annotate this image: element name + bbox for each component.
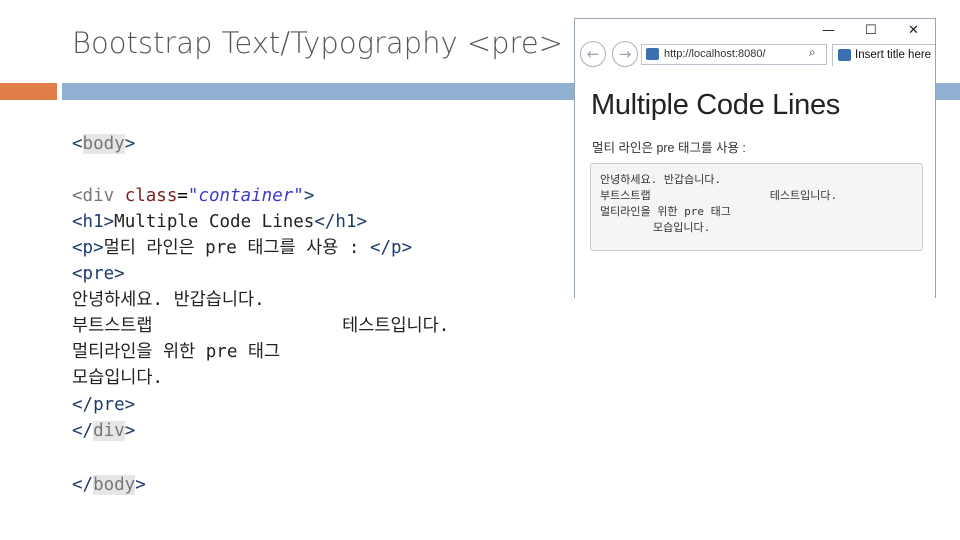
- code-line-pre-1: 안녕하세요. 반갑습니다.: [72, 290, 265, 310]
- minimize-button[interactable]: —: [822, 23, 835, 38]
- browser-window: — ☐ ✕ ← → http://localhost:8080/ ⌕ Inser…: [574, 18, 936, 298]
- page-favicon: [646, 48, 659, 60]
- address-bar[interactable]: http://localhost:8080/: [641, 44, 827, 65]
- code-line-p: <p>멀티 라인은 pre 태그를 사용 : </p>: [72, 238, 413, 258]
- forward-button[interactable]: →: [612, 41, 638, 67]
- browser-tab[interactable]: Insert title here: [832, 44, 935, 66]
- close-button[interactable]: ✕: [908, 23, 919, 38]
- code-line-div-close: </div>: [72, 421, 136, 441]
- tab-title: Insert title here: [855, 49, 932, 61]
- code-line-pre-open: <pre>: [72, 264, 125, 284]
- code-line-body-close: </body>: [72, 475, 146, 495]
- address-url: http://localhost:8080/: [664, 48, 766, 60]
- slide-title: Bootstrap Text/Typography <pre>: [72, 26, 563, 60]
- code-line-h1: <h1>Multiple Code Lines</h1>: [72, 212, 368, 232]
- page-heading: Multiple Code Lines: [591, 89, 840, 121]
- maximize-button[interactable]: ☐: [865, 23, 877, 38]
- page-paragraph: 멀티 라인은 pre 태그를 사용 :: [592, 141, 746, 155]
- search-icon[interactable]: ⌕: [809, 45, 816, 60]
- tab-favicon: [838, 49, 851, 61]
- code-line-pre-3: 멀티라인을 위한 pre 태그: [72, 342, 281, 362]
- code-line-pre-close: </pre>: [72, 395, 136, 415]
- code-line-div-open: <div class="container">: [72, 186, 315, 206]
- code-line-body-open: <body>: [72, 134, 136, 154]
- back-button[interactable]: ←: [580, 41, 606, 67]
- back-arrow-icon: ←: [586, 45, 600, 63]
- code-line-pre-2: 부트스트랩 테스트입니다.: [72, 316, 450, 336]
- page-pre-block: 안녕하세요. 반갑습니다. 부트스트랩 테스트입니다. 멀티라인을 위한 pre…: [590, 163, 923, 251]
- forward-arrow-icon: →: [618, 45, 632, 63]
- accent-bar-orange: [0, 83, 57, 100]
- code-line-pre-4: 모습입니다.: [72, 368, 164, 388]
